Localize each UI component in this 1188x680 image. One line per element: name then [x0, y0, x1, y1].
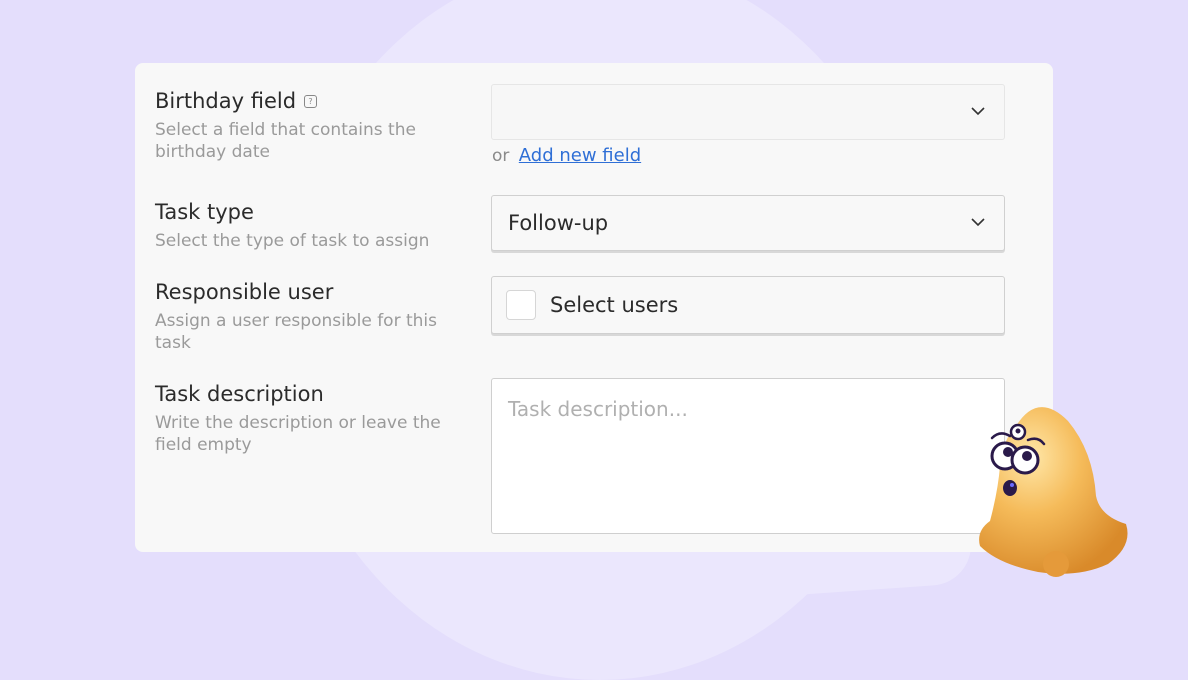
help-icon[interactable]: ?	[304, 94, 318, 108]
responsible-user-label: Responsible user	[155, 280, 334, 304]
bell-mascot	[979, 407, 1128, 577]
birthday-field-select[interactable]	[491, 84, 1005, 140]
add-new-field-link[interactable]: Add new field	[519, 145, 641, 166]
task-description-label: Task description	[155, 382, 324, 406]
select-users-field[interactable]: Select users	[491, 276, 1005, 334]
task-description-help: Write the description or leave the field…	[155, 413, 441, 455]
chevron-down-icon	[971, 218, 985, 227]
task-description-placeholder: Task description...	[508, 397, 688, 421]
birthday-field-description: Select a field that contains the birthda…	[155, 120, 416, 162]
add-field-row: or Add new field	[492, 145, 641, 166]
select-users-label: Select users	[550, 293, 679, 317]
task-type-description: Select the type of task to assign	[155, 231, 430, 251]
task-type-select[interactable]: Follow-up	[491, 195, 1005, 251]
settings-card: Birthday field ? Select a field that con…	[135, 63, 1053, 552]
task-description-textarea[interactable]: Task description...	[491, 378, 1005, 534]
responsible-user-row: Responsible user Assign a user responsib…	[155, 278, 455, 354]
birthday-field-row: Birthday field ? Select a field that con…	[155, 87, 455, 163]
birthday-field-title: Birthday field	[155, 89, 297, 113]
task-type-row: Task type Select the type of task to ass…	[155, 198, 455, 252]
or-text: or	[492, 146, 510, 166]
responsible-user-description: Assign a user responsible for this task	[155, 311, 437, 353]
chevron-down-icon	[971, 107, 985, 116]
select-users-checkbox[interactable]	[506, 290, 536, 320]
task-type-label: Task type	[155, 200, 254, 224]
task-type-value: Follow-up	[508, 211, 609, 235]
birthday-field-label: Birthday field ?	[155, 87, 455, 115]
task-description-row: Task description Write the description o…	[155, 380, 455, 456]
